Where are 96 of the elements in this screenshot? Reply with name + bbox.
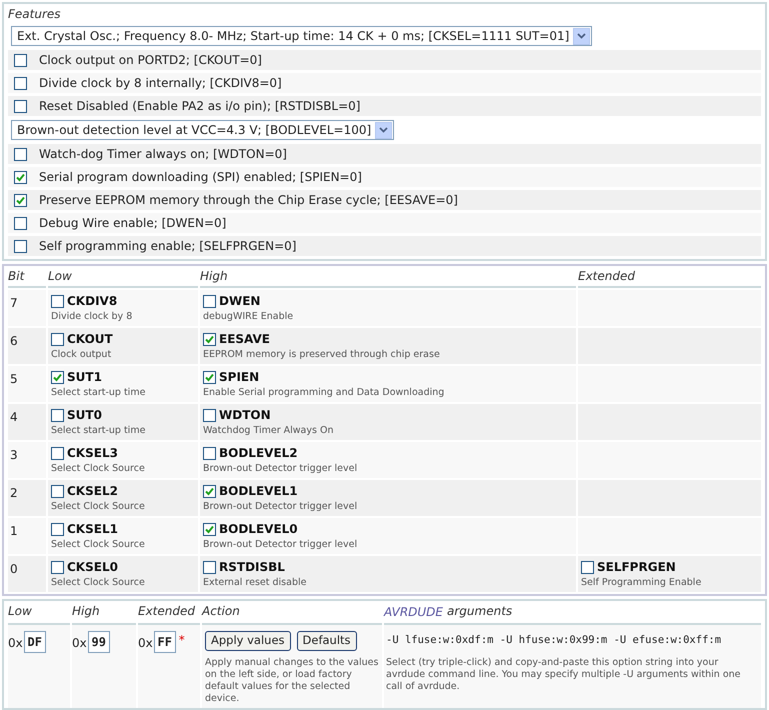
option-label: Self programming enable; [SELFPRGEN=0] [39,238,296,255]
fuse-name: CKSEL2 [67,484,118,499]
checkbox[interactable] [14,194,27,206]
option-label: Debug Wire enable; [DWEN=0] [39,215,226,232]
checkbox[interactable] [14,216,27,230]
checkbox[interactable] [14,100,27,112]
fuse-description: Clock output [51,349,112,361]
option-label: Reset Disabled (Enable PA2 as i/o pin); [RSTDISBL=0] [39,98,360,115]
dropdown[interactable]: Brown-out detection level at VCC=4.3 V; [BODLEVEL=100] [11,120,394,140]
hex-input-field[interactable]: FF [154,631,176,653]
option-label: Preserve EEPROM memory through the Chip Erase cycle; [EESAVE=0] [39,192,458,209]
checkbox[interactable] [203,333,216,346]
hex-prefix: 0x [8,635,23,652]
column-header: arguments [447,603,512,620]
bit-number: 6 [10,334,18,348]
fuse-description: Watchdog Timer Always On [203,425,334,437]
fuse-name: DWEN [219,294,260,309]
checkbox[interactable] [203,295,216,308]
checkbox[interactable] [51,333,64,346]
checkbox[interactable] [14,148,27,160]
fuse-name: BODLEVEL0 [219,522,298,537]
checkbox[interactable] [51,371,64,384]
bit-number: 7 [10,296,18,310]
fuse-name: SPIEN [219,370,260,385]
checkbox[interactable] [51,523,64,536]
section-title: Features [8,6,62,22]
fuse-description: Select start-up time [51,387,146,399]
fuse-name: CKSEL3 [67,446,118,461]
option-label: Divide clock by 8 internally; [CKDIV8=0] [39,75,282,92]
checkbox[interactable] [203,409,216,422]
checkbox[interactable] [51,561,64,574]
fuse-description: Select Clock Source [51,577,146,589]
fuse-description: Brown-out Detector trigger level [203,539,358,551]
fuse-description: Select Clock Source [51,539,146,551]
checkbox[interactable] [203,485,216,498]
checkbox[interactable] [14,76,27,90]
checkbox[interactable] [203,523,216,536]
bit-number: 1 [10,524,18,538]
fuse-description: External reset disable [203,577,308,589]
hex-prefix: 0x [72,635,87,652]
action-button[interactable]: Defaults [296,631,357,651]
fuse-name: WDTON [219,408,271,423]
checkbox[interactable] [51,295,64,308]
required-marker: * [178,632,185,649]
fuse-name: SELFPRGEN [597,560,676,575]
checkbox[interactable] [51,485,64,498]
fuse-description: debugWIRE Enable [203,311,294,323]
avrdude-command: -U lfuse:w:0xdf:m -U hfuse:w:0x99:m -U efuse:w:0xff:m [386,633,722,648]
fuse-name: RSTDISBL [219,560,285,575]
bit-number: 2 [10,486,18,500]
checkbox[interactable] [203,561,216,574]
hex-input-field[interactable]: 99 [88,631,110,653]
fuse-description: Select start-up time [51,425,146,437]
checkbox[interactable] [14,54,27,66]
option-label: Clock output on PORTD2; [CKOUT=0] [39,52,262,69]
column-header: Bit [8,266,46,288]
column-header: Extended [578,266,761,288]
fuse-name: SUT1 [67,370,102,385]
fuse-description: EEPROM memory is preserved through chip erase [203,349,441,361]
fuse-description: Brown-out Detector trigger level [203,501,358,513]
option-label: Watch-dog Timer always on; [WDTON=0] [39,146,287,163]
bit-number: 3 [10,448,18,462]
fuse-name: CKSEL0 [67,560,118,575]
hex-input-field[interactable]: DF [24,631,46,653]
fuse-name: EESAVE [219,332,270,347]
fuse-description: Select Clock Source [51,501,146,513]
checkbox[interactable] [581,561,594,574]
checkbox[interactable] [14,170,27,184]
fuse-description: Enable Serial programming and Data Downloading [203,387,446,399]
action-help-text: Apply manual changes to the values on the left side, or load factory default values for the selected device. [205,657,379,705]
fuse-name: CKOUT [67,332,113,347]
avrdude-help-text: Select (try triple-click) and copy-and-paste this option string into your avrdude command line. You may specify multiple -U arguments within one call of avrdude. [386,656,742,693]
checkbox[interactable] [51,447,64,460]
bit-number: 4 [10,410,18,424]
bit-number: 0 [10,562,18,576]
fuse-name: SUT0 [67,408,102,423]
checkbox[interactable] [203,371,216,384]
fuse-description: Brown-out Detector trigger level [203,463,358,475]
column-header: High [200,266,576,288]
checkbox[interactable] [14,240,27,252]
avrdude-link[interactable]: AVRDUDE [384,603,444,621]
fuse-description: Self Programming Enable [581,577,702,589]
fuse-name: CKSEL1 [67,522,118,537]
checkbox[interactable] [203,447,216,460]
fuse-description: Divide clock by 8 [51,311,134,323]
action-button[interactable]: Apply values [205,631,291,651]
bit-number: 5 [10,372,18,386]
fuse-name: CKDIV8 [67,294,118,309]
hex-prefix: 0x [138,635,153,652]
option-label: Serial program downloading (SPI) enabled; [SPIEN=0] [39,169,362,186]
fuse-name: BODLEVEL2 [219,446,298,461]
dropdown[interactable]: Ext. Crystal Osc.; Frequency 8.0- MHz; Start-up time: 14 CK + 0 ms; [CKSEL=1111 SUT=01] [11,26,592,46]
fuse-name: BODLEVEL1 [219,484,298,499]
fuse-description: Select Clock Source [51,463,146,475]
column-header: Low [48,266,198,288]
checkbox[interactable] [51,409,64,422]
